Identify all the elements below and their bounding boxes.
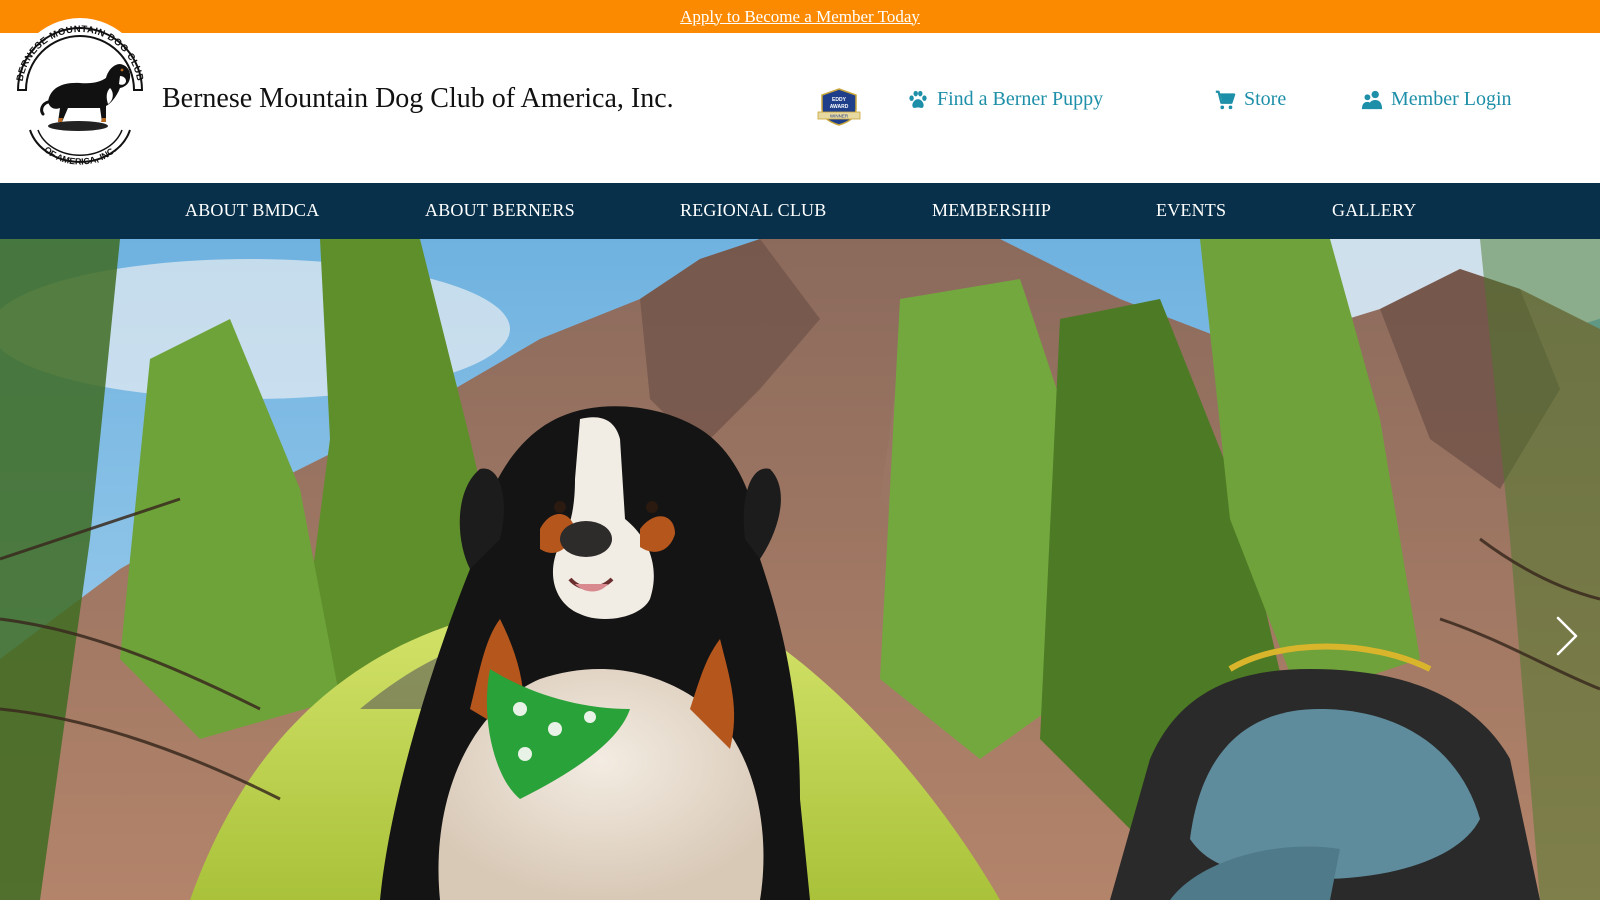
nav-item-about-berners[interactable]: ABOUT BERNERS xyxy=(425,200,575,221)
store-link[interactable]: Store xyxy=(1214,88,1286,111)
apply-membership-link[interactable]: Apply to Become a Member Today xyxy=(680,7,920,27)
paw-icon xyxy=(907,89,929,111)
site-header: Bernese Mountain Dog Club of America, In… xyxy=(0,33,1600,183)
member-login-link[interactable]: Member Login xyxy=(1361,88,1512,111)
find-puppy-link[interactable]: Find a Berner Puppy xyxy=(907,88,1103,111)
award-badge-icon: EDDY AWARD WINNER xyxy=(816,87,862,127)
find-puppy-label: Find a Berner Puppy xyxy=(937,88,1104,110)
store-label: Store xyxy=(1244,88,1287,110)
badge-text-top: EDDY xyxy=(832,97,847,103)
nav-item-membership[interactable]: MEMBERSHIP xyxy=(932,200,1051,221)
nav-item-regional-club[interactable]: REGIONAL CLUB xyxy=(680,200,826,221)
club-logo[interactable]: BERNESE MOUNTAIN DOG CLUB OF AMERICA, IN… xyxy=(10,18,150,168)
site-title[interactable]: Bernese Mountain Dog Club of America, In… xyxy=(162,83,674,115)
chevron-right-icon[interactable] xyxy=(1552,614,1582,658)
nav-item-about-bmdca[interactable]: ABOUT BMDCA xyxy=(185,200,319,221)
hero-carousel xyxy=(0,239,1600,900)
cart-icon xyxy=(1214,89,1236,111)
nav-item-gallery[interactable]: GALLERY xyxy=(1332,200,1416,221)
members-icon xyxy=(1361,89,1383,111)
member-login-label: Member Login xyxy=(1391,88,1512,110)
announcement-bar: Apply to Become a Member Today xyxy=(0,0,1600,33)
badge-text-bottom: WINNER xyxy=(830,114,849,119)
nav-item-events[interactable]: EVENTS xyxy=(1156,200,1226,221)
main-nav: ABOUT BMDCA ABOUT BERNERS REGIONAL CLUB … xyxy=(0,183,1600,239)
hero-image xyxy=(0,239,1600,900)
badge-text-mid: AWARD xyxy=(830,104,849,110)
